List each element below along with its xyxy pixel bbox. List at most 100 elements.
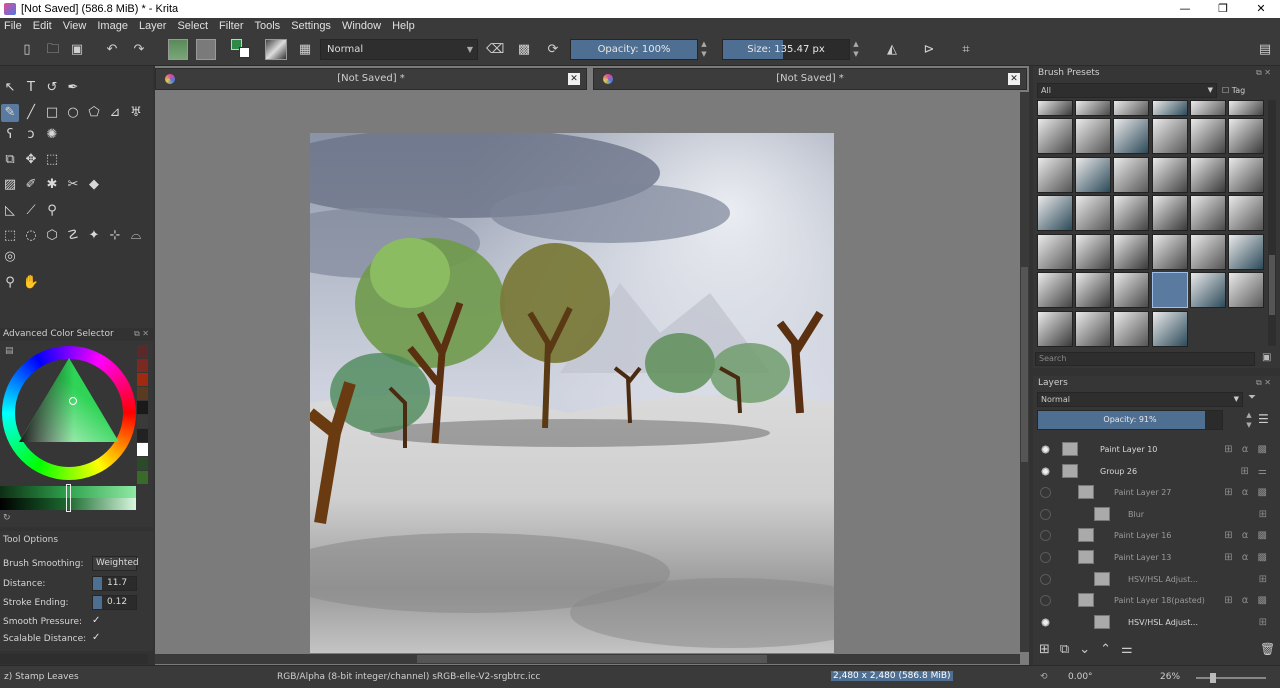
brush-preset-tile[interactable] bbox=[1151, 310, 1188, 347]
multibrush-tool-icon[interactable]: ✺ bbox=[43, 126, 61, 144]
opacity-spin-buttons[interactable]: ▲ ▼ bbox=[698, 39, 710, 60]
zoom-tool-icon[interactable]: ⚲ bbox=[1, 274, 19, 292]
move-tool-icon[interactable]: ✥ bbox=[22, 151, 40, 169]
visibility-eye-icon[interactable] bbox=[1040, 552, 1051, 563]
visibility-eye-icon[interactable] bbox=[1040, 465, 1051, 477]
minimize-button[interactable]: — bbox=[1166, 0, 1204, 18]
visibility-eye-icon[interactable] bbox=[1040, 530, 1051, 542]
gradient-tool-icon[interactable]: ▨ bbox=[1, 176, 19, 194]
layer-row[interactable]: HSV/HSL Adjust... ⊞ bbox=[1036, 569, 1276, 590]
recent-color-swatch[interactable] bbox=[137, 373, 148, 386]
magic-wand-tool-icon[interactable]: ✦ bbox=[85, 227, 103, 245]
brush-smoothing-select[interactable]: Weighted bbox=[92, 556, 139, 571]
add-layer-icon[interactable]: ⊞ bbox=[1039, 642, 1060, 657]
calligraphy-tool-icon[interactable]: ✒ bbox=[64, 79, 82, 97]
menu-select[interactable]: Select bbox=[177, 20, 208, 32]
value-bar-cursor[interactable] bbox=[66, 484, 71, 512]
line-tool-icon[interactable]: ╱ bbox=[22, 104, 40, 122]
open-document-icon[interactable]: 🗀 bbox=[44, 41, 62, 59]
brush-preset-tile[interactable] bbox=[1151, 272, 1188, 308]
color-cursor[interactable] bbox=[69, 397, 77, 405]
brush-preset-tile[interactable] bbox=[1189, 272, 1226, 308]
eraser-icon[interactable]: ⌫ bbox=[486, 41, 504, 59]
menu-window[interactable]: Window bbox=[342, 20, 381, 32]
dock-close-icon[interactable]: ⧉ ✕ bbox=[1256, 66, 1271, 80]
rectangle-tool-icon[interactable]: □ bbox=[43, 104, 61, 122]
menu-settings[interactable]: Settings bbox=[291, 20, 331, 32]
brush-preset-icon[interactable] bbox=[265, 39, 287, 60]
brush-preset-tile[interactable] bbox=[1228, 272, 1264, 308]
layer-row[interactable]: Paint Layer 13 ⊞ ⍺ ▩ bbox=[1036, 547, 1276, 568]
size-slider[interactable]: Size: 135.47 px bbox=[722, 39, 850, 60]
menu-image[interactable]: Image bbox=[97, 20, 128, 32]
close-window-button[interactable]: ✕ bbox=[1242, 0, 1280, 18]
fill-tool-icon[interactable]: ◆ bbox=[85, 176, 103, 194]
brush-preset-tile[interactable] bbox=[1189, 156, 1226, 193]
brush-search-input[interactable]: Search bbox=[1035, 352, 1255, 366]
brush-preset-tile[interactable] bbox=[1037, 233, 1073, 270]
painting-canvas[interactable] bbox=[310, 133, 834, 653]
brush-preset-tile[interactable] bbox=[1228, 233, 1264, 270]
ellipse-tool-icon[interactable]: ○ bbox=[64, 104, 82, 122]
visibility-eye-icon[interactable] bbox=[1040, 487, 1051, 499]
polyline-tool-icon[interactable]: ⊿ bbox=[106, 104, 124, 122]
brush-preset-tile[interactable] bbox=[1151, 118, 1188, 154]
close-tab-icon[interactable]: ✕ bbox=[568, 73, 580, 85]
layer-lock-alpha-icons[interactable]: ⊞ bbox=[1259, 569, 1270, 590]
status-rotation[interactable]: 0.00° bbox=[1068, 672, 1093, 682]
bezier-select-tool-icon[interactable]: ⌓ bbox=[127, 227, 145, 245]
recent-color-swatch[interactable] bbox=[137, 415, 148, 428]
pan-tool-icon[interactable]: ✋ bbox=[22, 274, 40, 292]
text-tool-icon[interactable]: T bbox=[22, 79, 40, 97]
layer-lock-alpha-icons[interactable]: ⊞ ⍺ ▩ bbox=[1224, 525, 1270, 546]
smooth-pressure-checkbox[interactable]: ✓ bbox=[92, 615, 100, 626]
reload-preset-icon[interactable]: ⟳ bbox=[544, 41, 562, 59]
brush-preset-tile[interactable] bbox=[1075, 156, 1112, 193]
dock-close-icon[interactable]: ⧉ ✕ bbox=[1256, 376, 1271, 390]
wrap-around-icon[interactable]: ⌗ bbox=[957, 41, 975, 59]
recent-color-swatch[interactable] bbox=[137, 443, 148, 456]
rotation-icon[interactable]: ⟲ bbox=[1040, 672, 1048, 682]
dynamic-brush-tool-icon[interactable]: ↄ bbox=[22, 126, 40, 144]
brush-preset-tile[interactable] bbox=[1075, 310, 1112, 347]
crop-tool-icon[interactable]: ⧉ bbox=[1, 151, 19, 169]
layer-lock-alpha-icons[interactable]: ⊞ ⍺ ▩ bbox=[1224, 547, 1270, 568]
distance-slider[interactable]: 11.7 bbox=[92, 576, 137, 591]
scroll-thumb[interactable] bbox=[1269, 255, 1275, 315]
recent-color-swatch[interactable] bbox=[137, 457, 148, 470]
brush-preset-tile[interactable] bbox=[1037, 156, 1073, 193]
brush-preset-tile[interactable] bbox=[1151, 156, 1188, 193]
visibility-eye-icon[interactable] bbox=[1040, 573, 1051, 585]
scroll-thumb[interactable] bbox=[1021, 267, 1028, 462]
stroke-ending-slider[interactable]: 0.12 bbox=[92, 595, 137, 610]
refresh-icon[interactable]: ↻ bbox=[3, 513, 11, 523]
brush-preset-tile[interactable] bbox=[1189, 233, 1226, 270]
bezier-tool-icon[interactable]: ♅ bbox=[127, 104, 145, 122]
layer-lock-alpha-icons[interactable]: ⊞ ⍺ ▩ bbox=[1224, 590, 1270, 611]
visibility-eye-icon[interactable] bbox=[1040, 595, 1051, 607]
zoom-slider[interactable] bbox=[1196, 677, 1266, 679]
edit-shapes-tool-icon[interactable]: ↺ bbox=[43, 79, 61, 97]
layer-opacity-spin[interactable]: ▲ ▼ bbox=[1243, 410, 1255, 431]
document-tab-2[interactable]: [Not Saved] * ✕ bbox=[593, 68, 1027, 90]
transform-tool-icon[interactable]: ⬚ bbox=[43, 151, 61, 169]
layer-lock-alpha-icons[interactable]: ⊞ bbox=[1259, 612, 1270, 633]
brush-preset-tile[interactable] bbox=[1037, 118, 1073, 154]
close-tab-icon[interactable]: ✕ bbox=[1008, 73, 1020, 85]
layer-row[interactable]: Paint Layer 27 ⊞ ⍺ ▩ bbox=[1036, 482, 1276, 503]
zoom-slider-handle[interactable] bbox=[1210, 673, 1216, 683]
pattern-swatch[interactable] bbox=[196, 39, 216, 60]
measure-tool-icon[interactable]: ◺ bbox=[1, 202, 19, 220]
layer-options-icon[interactable]: ☰ bbox=[1258, 412, 1269, 426]
brush-preset-tile[interactable] bbox=[1075, 100, 1112, 116]
opacity-slider[interactable]: Opacity: 100% bbox=[570, 39, 698, 60]
brush-preset-tile[interactable] bbox=[1075, 233, 1112, 270]
brush-preset-tile[interactable] bbox=[1037, 272, 1073, 308]
layer-row[interactable]: Paint Layer 18(pasted) ⊞ ⍺ ▩ bbox=[1036, 590, 1276, 611]
canvas-horizontal-scrollbar[interactable] bbox=[155, 654, 1020, 664]
menu-tools[interactable]: Tools bbox=[255, 20, 281, 32]
layer-row[interactable]: Blur ⊞ bbox=[1036, 504, 1276, 525]
mirror-horizontal-icon[interactable]: ◭ bbox=[883, 41, 901, 59]
brush-preset-tile[interactable] bbox=[1151, 100, 1188, 116]
brush-preset-tile[interactable] bbox=[1075, 118, 1112, 154]
